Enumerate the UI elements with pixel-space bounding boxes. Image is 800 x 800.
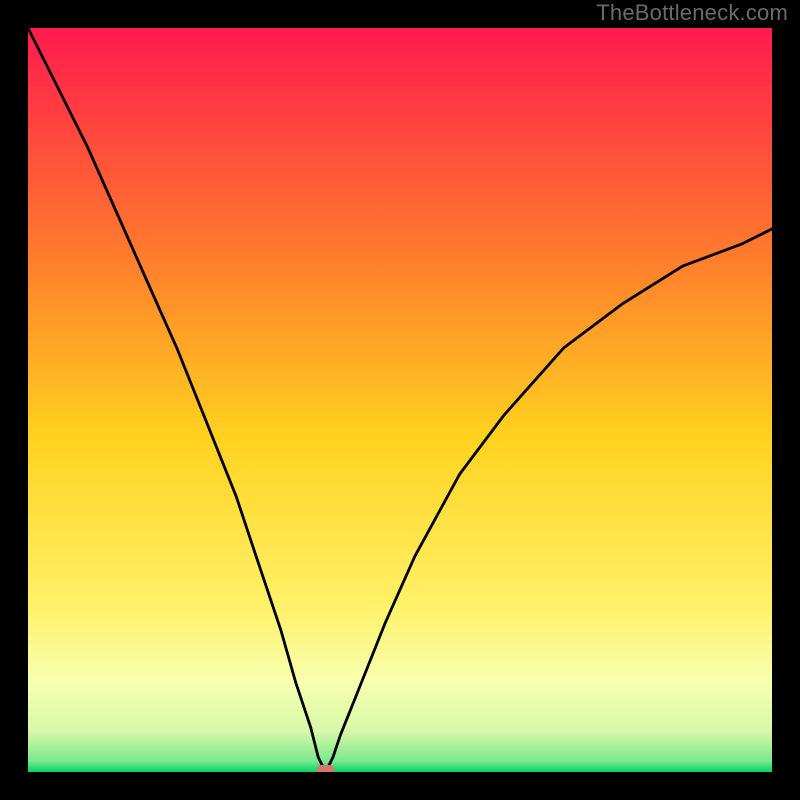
chart-plot-area xyxy=(28,28,772,772)
watermark-text: TheBottleneck.com xyxy=(596,0,788,26)
minimum-marker xyxy=(317,765,335,772)
chart-frame: TheBottleneck.com xyxy=(0,0,800,800)
chart-background xyxy=(28,28,772,772)
chart-svg xyxy=(28,28,772,772)
